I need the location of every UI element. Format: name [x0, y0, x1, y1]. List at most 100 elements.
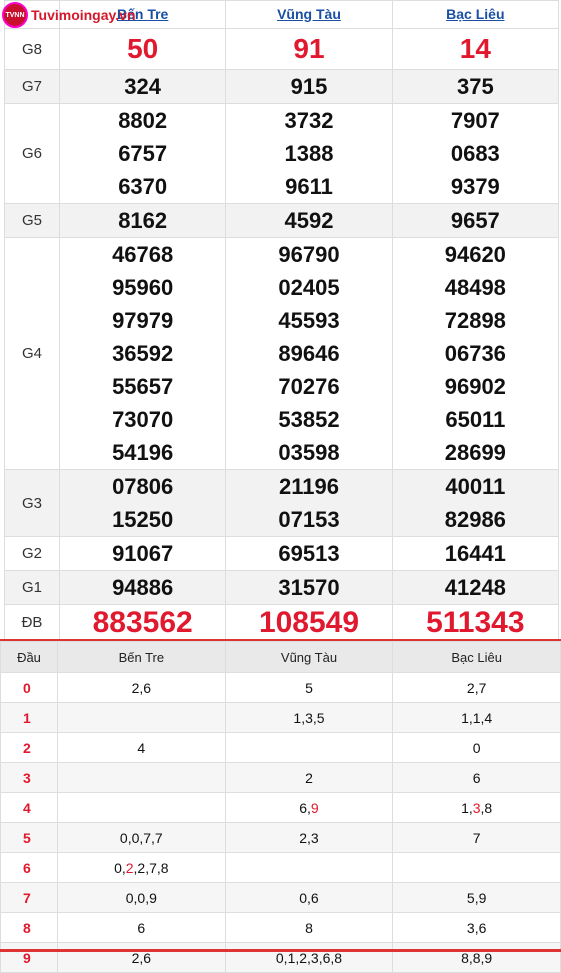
prize-value: 69513 — [225, 536, 393, 571]
loto-tail-cell: 2,7 — [392, 672, 561, 703]
prize-value: 8802 — [118, 108, 168, 133]
prize-label: G6 — [4, 103, 60, 204]
loto-tail-text: 0 — [472, 739, 481, 756]
loto-tail-text: 6 — [472, 769, 481, 786]
loto-row: 8 6 8 3,6 — [0, 912, 561, 943]
loto-tail-cell: 3,6 — [392, 912, 561, 943]
prize-label: G7 — [4, 69, 60, 104]
loto-tail-text: 2 — [125, 859, 134, 876]
prize-value: 45593 — [278, 308, 340, 333]
prize-label: G5 — [4, 203, 60, 238]
site-logo[interactable]: TVNN Tuvimoingay.vn — [2, 2, 136, 28]
prize-value: 36592 — [112, 341, 174, 366]
loto-tail-cell: 2,6 — [57, 672, 226, 703]
loto-tail-cell: 2,3 — [224, 822, 394, 853]
prize-value: 96790 — [278, 242, 340, 267]
loto-tail-text: ,2,7,8 — [133, 859, 169, 876]
special-prize-value: 883562 — [58, 604, 227, 641]
loto-tail-text: 0,0,9 — [125, 889, 157, 906]
prize-label: G2 — [4, 536, 60, 571]
prize-value: 82986 — [444, 507, 506, 532]
loto-tail-text: 7 — [472, 829, 481, 846]
prize-value: 89646 — [278, 341, 340, 366]
loto-body: 0 2,6 5 2,7 1 1,3,5 1,1,4 2 4 0 3 2 6 4 6,9 1,3,8 5 0,0,7… — [0, 672, 561, 973]
province-link-vung-tau[interactable]: Vũng Tàu — [277, 6, 341, 22]
prize-value-cell: 40011 82986 — [391, 469, 560, 537]
prize-value: 3732 — [284, 108, 334, 133]
prize-value: 95960 — [112, 275, 174, 300]
prize-value: 91 — [225, 28, 393, 70]
loto-tail-cell: 0 — [392, 732, 561, 763]
prize-label: ĐB — [4, 604, 60, 641]
loto-row: 5 0,0,7,7 2,3 7 — [0, 822, 561, 853]
loto-tail-cell: 0,6 — [224, 882, 394, 913]
prize-row-g1: G1 94886 31570 41248 — [4, 570, 560, 605]
loto-tail-cell — [57, 702, 226, 733]
prize-value: 50 — [58, 28, 227, 70]
prize-value: 03598 — [278, 440, 340, 465]
loto-row: 1 1,3,5 1,1,4 — [0, 702, 561, 733]
loto-header-vung-tau: Vũng Tàu — [224, 641, 394, 673]
loto-tail-text: 2,7 — [466, 679, 487, 696]
loto-tail-cell: 0,0,9 — [57, 882, 226, 913]
prize-value: 70276 — [278, 374, 340, 399]
province-link-bac-lieu[interactable]: Bạc Liêu — [446, 6, 504, 22]
prize-value: 8162 — [58, 203, 227, 238]
prize-value: 41248 — [391, 570, 560, 605]
prize-row-g2: G2 91067 69513 16441 — [4, 536, 560, 571]
prize-value: 07153 — [278, 507, 340, 532]
loto-tail-text: 0,6 — [299, 889, 319, 906]
prize-value: 324 — [58, 69, 227, 104]
loto-tail-cell — [57, 762, 226, 793]
prize-value: 0683 — [450, 141, 500, 166]
loto-dau: 4 — [0, 792, 58, 823]
prize-value: 53852 — [278, 407, 340, 432]
loto-row: 4 6,9 1,3,8 — [0, 792, 561, 823]
prize-value: 40011 — [445, 474, 506, 499]
prize-label: G1 — [4, 570, 60, 605]
loto-dau: 6 — [0, 852, 58, 883]
prize-value-cell: 7907 0683 9379 — [391, 103, 560, 204]
loto-tail-text: 6, — [299, 799, 311, 816]
special-prize-value: 511343 — [391, 604, 560, 641]
prize-value: 6757 — [118, 141, 168, 166]
prize-value: 07806 — [112, 474, 174, 499]
loto-dau: 5 — [0, 822, 58, 853]
prize-value: 9611 — [285, 174, 333, 199]
loto-row: 0 2,6 5 2,7 — [0, 672, 561, 703]
loto-tail-cell: 6 — [392, 762, 561, 793]
loto-tail-cell — [57, 792, 226, 823]
loto-tail-cell: 5,9 — [392, 882, 561, 913]
loto-tail-text: 6 — [137, 919, 146, 936]
prize-label: G4 — [4, 237, 60, 470]
prize-value: 6370 — [118, 174, 168, 199]
prize-value-cell: 3732 1388 9611 — [225, 103, 393, 204]
loto-tail-text: ,8 — [480, 799, 493, 816]
logo-badge-icon: TVNN — [2, 2, 28, 28]
loto-tail-cell — [224, 852, 394, 883]
prize-row-g3: G3 07806 15250 21196 07153 40011 82986 — [4, 469, 560, 537]
loto-row: 2 4 0 — [0, 732, 561, 763]
province-header-bac-lieu: Bạc Liêu — [391, 0, 560, 29]
lottery-results-table: Bến Tre Vũng Tàu Bạc Liêu G8 50 91 14 G7… — [4, 0, 560, 641]
loto-row: 9 2,6 0,1,2,3,6,8 8,8,9 — [0, 942, 561, 973]
loto-tail-text: 2 — [305, 769, 313, 786]
prize-value: 31570 — [225, 570, 393, 605]
prize-value: 91067 — [58, 536, 227, 571]
prize-row-g6: G6 8802 6757 6370 3732 1388 9611 7907 06… — [4, 103, 560, 204]
loto-row: 6 0,2,2,7,8 — [0, 852, 561, 883]
prize-value: 72898 — [444, 308, 506, 333]
prize-value: 1388 — [284, 141, 334, 166]
prize-value-cell: 8802 6757 6370 — [58, 103, 227, 204]
loto-header-dau: Đầu — [0, 641, 58, 673]
loto-tail-cell: 8 — [224, 912, 394, 943]
loto-tail-text: 1,3,5 — [293, 709, 325, 726]
prize-value: 915 — [225, 69, 393, 104]
loto-tail-cell: 1,3,8 — [392, 792, 561, 823]
loto-tail-cell: 0,0,7,7 — [57, 822, 226, 853]
prize-value: 94886 — [58, 570, 227, 605]
loto-tail-cell: 0,1,2,3,6,8 — [224, 942, 394, 973]
prize-value-cell: 96790 02405 45593 89646 70276 53852 0359… — [225, 237, 393, 470]
prize-value: 96902 — [444, 374, 506, 399]
loto-tail-text: 2,6 — [131, 679, 152, 696]
